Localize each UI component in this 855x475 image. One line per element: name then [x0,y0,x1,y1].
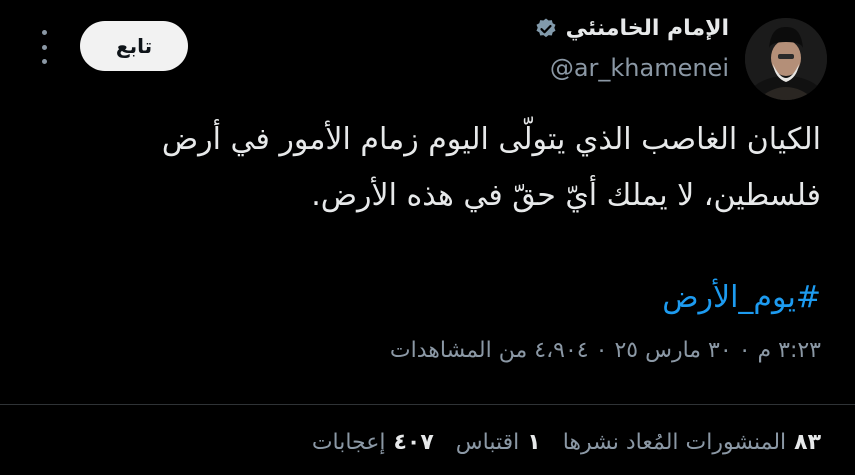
tweet-text-line: فلسطين، لا يملك أيّ حقّ في هذه الأرض. [311,178,821,213]
tweet-meta: ٣:٢٣ م ٠ ٣٠ مارس ٢٥ ٠ ٤،٩٠٤ من المشاهدات [389,338,821,363]
tweet-text: الكيان الغاصب الذي يتولّى اليوم زمام الأ… [61,112,821,224]
stat-quotes[interactable]: ١ اقتباس [456,430,541,455]
user-name[interactable]: الإمام الخامنئي [566,16,729,41]
stat-label: إعجابات [311,430,386,455]
hashtag-link[interactable]: #يوم_الأرض [662,280,821,315]
more-dot-icon [41,44,47,50]
more-dot-icon [41,59,47,64]
more-dot-icon [41,30,47,35]
avatar[interactable] [745,18,827,100]
divider [0,404,855,405]
stat-count: ٤٠٧ [393,430,434,455]
stat-label: اقتباس [455,430,520,455]
user-handle[interactable]: @ar_khamenei [550,54,729,82]
stat-reposts[interactable]: ٨٣ المنشورات المُعاد نشرها [563,430,821,455]
stat-count: ١ [527,430,541,455]
more-options-icon[interactable] [38,30,50,64]
stat-label: المنشورات المُعاد نشرها [562,430,787,455]
tweet-text-line: الكيان الغاصب الذي يتولّى اليوم زمام الأ… [161,122,821,157]
tweet: الإمام الخامنئي @ar_khamenei تابع الكيان… [0,0,855,475]
follow-button[interactable]: تابع [80,21,188,71]
stat-likes[interactable]: ٤٠٧ إعجابات [312,430,434,455]
stat-count: ٨٣ [794,430,821,455]
engagement-stats: ٨٣ المنشورات المُعاد نشرها ١ اقتباس ٤٠٧ إعج… [312,430,821,455]
verified-badge-icon [534,17,558,41]
user-name-row: الإمام الخامنئي [534,16,729,41]
